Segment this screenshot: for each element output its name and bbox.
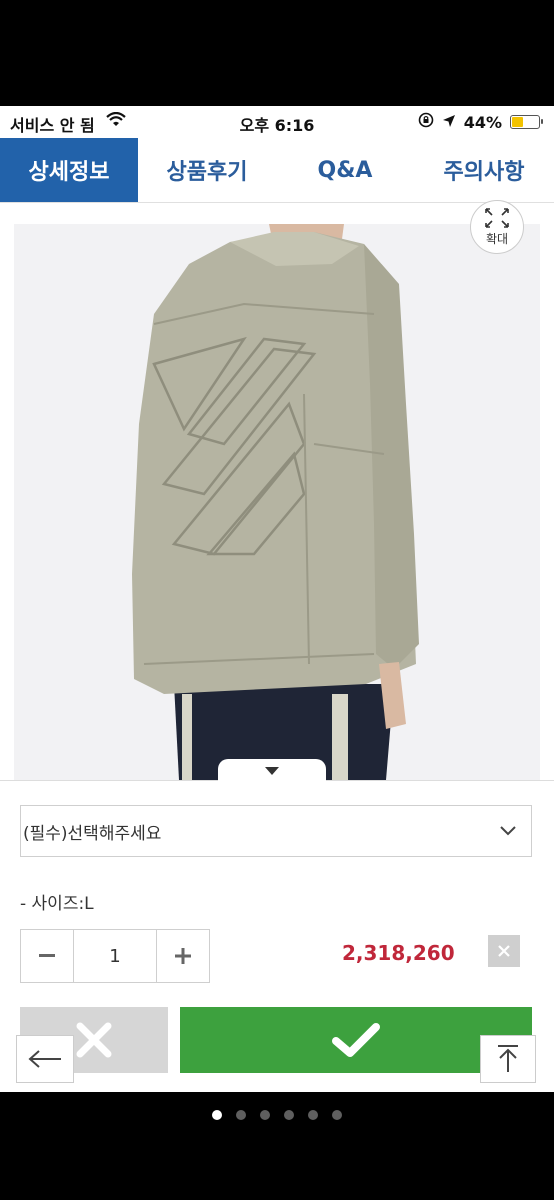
phone-screen: ✕ 서비스 안 됨 오후 6:16 44% 상세정보 상품후기 Q&A 주의사항 (0, 106, 554, 1092)
status-bar: ✕ 서비스 안 됨 오후 6:16 44% (0, 106, 554, 138)
status-right: 44% (418, 112, 543, 132)
back-button[interactable] (16, 1035, 74, 1083)
tab-reviews[interactable]: 상품후기 (138, 138, 276, 202)
quantity-value[interactable]: 1 (73, 930, 157, 982)
location-icon (442, 113, 456, 132)
tab-qna[interactable]: Q&A (276, 138, 414, 202)
plus-button[interactable] (157, 930, 209, 982)
remove-option-button[interactable] (488, 935, 520, 967)
page-dot[interactable] (236, 1110, 246, 1120)
selected-option: - 사이즈:L (20, 894, 94, 914)
close-icon (76, 1022, 112, 1058)
scroll-top-icon (498, 1045, 518, 1072)
battery-fill (512, 117, 523, 127)
option-panel: (필수)선택해주세요 - 사이즈:L 1 2,318,260 (0, 759, 554, 1092)
page-dot[interactable] (332, 1110, 342, 1120)
battery-percent: 44% (463, 112, 502, 132)
option-select-label: (필수)선택해주세요 (23, 823, 162, 844)
tab-detail[interactable]: 상세정보 (0, 138, 138, 202)
expand-icon (485, 208, 509, 228)
page-dot[interactable] (212, 1110, 222, 1120)
page-dot[interactable] (308, 1110, 318, 1120)
minus-button[interactable] (21, 930, 73, 982)
jacket-photo (14, 224, 540, 780)
page-dot[interactable] (260, 1110, 270, 1120)
zoom-circle: 확대 (470, 200, 524, 254)
arrow-left-icon (28, 1050, 61, 1068)
scroll-top-button[interactable] (480, 1035, 536, 1083)
rotation-lock-icon (418, 112, 434, 132)
plus-icon (175, 948, 191, 964)
tab-bar: 상세정보 상품후기 Q&A 주의사항 (0, 138, 554, 203)
quantity-stepper: 1 (20, 929, 210, 983)
panel-toggle[interactable] (218, 759, 326, 783)
product-image (14, 224, 540, 780)
battery-icon (510, 115, 543, 129)
chevron-down-icon (499, 822, 517, 842)
minus-icon (39, 954, 55, 957)
zoom-label: 확대 (485, 232, 509, 246)
check-icon (332, 1023, 380, 1057)
page-indicator (0, 1110, 554, 1120)
zoom-button[interactable]: 확대 (470, 200, 524, 270)
item-price: 2,318,260 (342, 941, 455, 965)
caret-down-icon (265, 767, 279, 775)
page-dot[interactable] (284, 1110, 294, 1120)
close-icon (498, 945, 510, 957)
option-select[interactable]: (필수)선택해주세요 (20, 805, 532, 857)
tab-notice[interactable]: 주의사항 (414, 138, 554, 202)
